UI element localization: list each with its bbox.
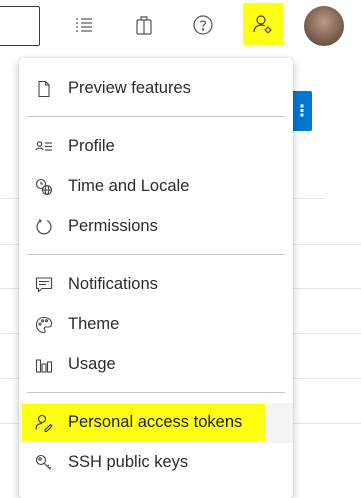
background-primary-button[interactable]: ⋮ xyxy=(292,91,312,131)
menu-divider xyxy=(27,116,285,117)
menu-item-label: Notifications xyxy=(68,275,158,293)
task-list-icon[interactable] xyxy=(73,14,95,36)
profile-card-icon xyxy=(35,138,53,156)
palette-icon xyxy=(35,316,53,334)
access-token-icon xyxy=(35,414,53,433)
menu-item-theme[interactable]: Theme xyxy=(19,305,293,345)
menu-item-ssh-public-keys[interactable]: SSH public keys xyxy=(19,443,293,483)
background-divider xyxy=(0,198,19,199)
menu-item-label: Theme xyxy=(68,315,120,333)
permissions-icon xyxy=(35,218,53,236)
menu-item-personal-access-tokens[interactable]: Personal access tokens xyxy=(19,403,293,443)
background-divider xyxy=(0,333,19,334)
menu-item-notifications[interactable]: Notifications xyxy=(19,265,293,305)
background-divider xyxy=(293,288,361,289)
background-divider xyxy=(293,378,361,379)
menu-item-label: Usage xyxy=(68,355,116,373)
background-divider xyxy=(293,423,361,424)
menu-item-label: Permissions xyxy=(68,217,158,235)
help-icon[interactable] xyxy=(192,14,214,36)
menu-item-time-and-locale[interactable]: Time and Locale xyxy=(19,167,293,207)
menu-item-permissions[interactable]: Permissions xyxy=(19,207,293,247)
menu-item-label: Time and Locale xyxy=(68,177,190,195)
user-settings-icon xyxy=(253,15,272,34)
background-divider xyxy=(0,378,19,379)
top-bar xyxy=(0,0,361,56)
background-divider xyxy=(0,288,19,289)
menu-item-label: Preview features xyxy=(68,79,191,97)
search-input[interactable] xyxy=(0,6,40,46)
document-icon xyxy=(35,80,53,98)
clock-globe-icon xyxy=(35,178,53,196)
background-divider xyxy=(0,244,19,245)
usage-chart-icon xyxy=(35,356,53,374)
shopping-bag-icon[interactable] xyxy=(133,14,155,36)
menu-item-usage[interactable]: Usage xyxy=(19,345,293,385)
menu-item-preview-features[interactable]: Preview features xyxy=(19,69,293,109)
key-icon xyxy=(35,454,53,472)
user-settings-menu: Preview features Profile Time and Locale xyxy=(19,58,293,498)
avatar[interactable] xyxy=(304,6,344,46)
background-divider xyxy=(0,423,19,424)
menu-item-profile[interactable]: Profile xyxy=(19,127,293,167)
background-divider xyxy=(293,333,361,334)
menu-item-label: Profile xyxy=(68,137,115,155)
menu-divider xyxy=(27,392,285,393)
menu-divider xyxy=(27,254,285,255)
user-settings-button[interactable] xyxy=(243,3,283,45)
notifications-icon xyxy=(35,276,53,294)
menu-item-label: Personal access tokens xyxy=(68,413,243,431)
background-divider xyxy=(293,198,325,199)
background-divider xyxy=(293,244,361,245)
menu-item-label: SSH public keys xyxy=(68,453,189,471)
